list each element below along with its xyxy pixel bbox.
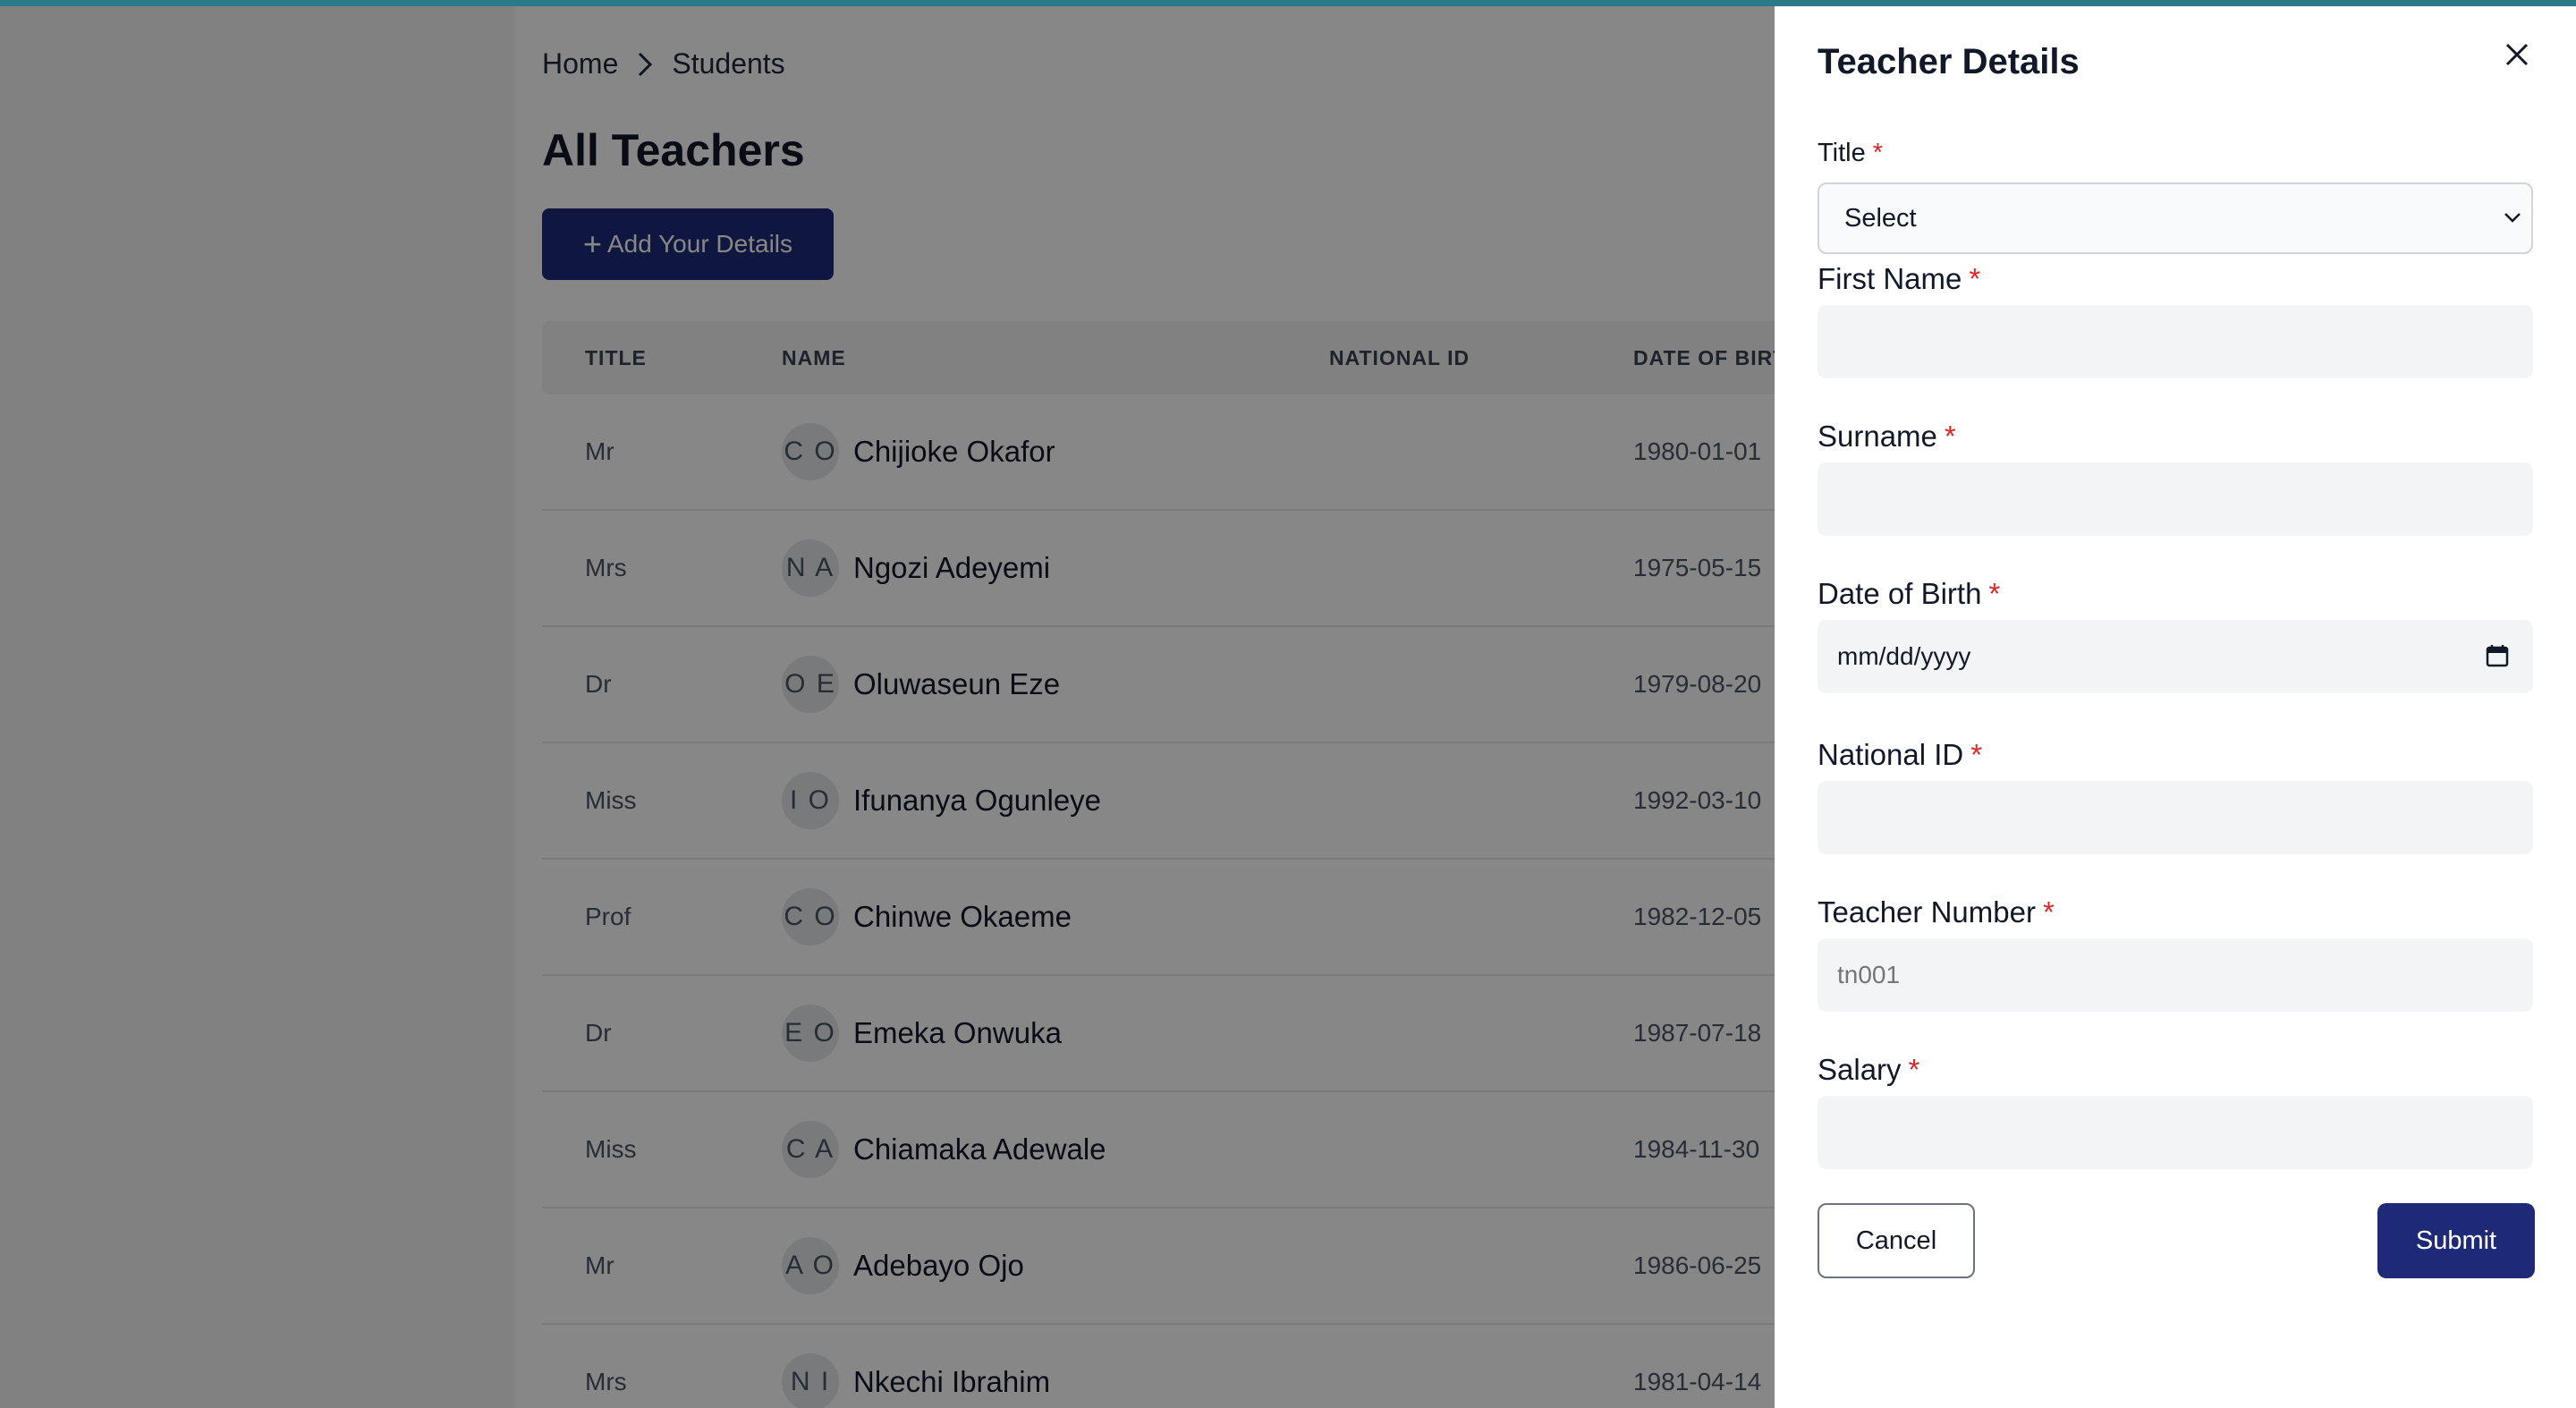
teacher-number-input[interactable] bbox=[1818, 938, 2533, 1012]
dob-input[interactable]: mm/dd/yyyy bbox=[1818, 620, 2533, 693]
salary-label: Salary * bbox=[1818, 1053, 1920, 1086]
dob-label: Date of Birth * bbox=[1818, 577, 2001, 610]
salary-input[interactable] bbox=[1818, 1096, 2533, 1169]
title-select-value: Select bbox=[1844, 203, 1917, 233]
teacher-number-label: Teacher Number * bbox=[1818, 895, 2055, 929]
national-id-label: National ID * bbox=[1818, 738, 1983, 771]
chevron-down-icon bbox=[2501, 206, 2524, 236]
submit-button[interactable]: Submit bbox=[2377, 1203, 2535, 1278]
first-name-input[interactable] bbox=[1818, 305, 2533, 378]
calendar-icon[interactable] bbox=[2485, 643, 2510, 674]
modal-backdrop[interactable] bbox=[0, 6, 1775, 1408]
title-label: Title * bbox=[1818, 139, 1884, 167]
drawer-title: Teacher Details bbox=[1818, 42, 2080, 81]
surname-input[interactable] bbox=[1818, 462, 2533, 536]
national-id-input[interactable] bbox=[1818, 781, 2533, 854]
dob-input-value: mm/dd/yyyy bbox=[1837, 642, 1971, 670]
title-select[interactable]: Select bbox=[1818, 182, 2533, 254]
teacher-details-drawer: Teacher Details Title * Select First Name… bbox=[1775, 6, 2576, 1408]
first-name-label: First Name * bbox=[1818, 262, 1981, 295]
surname-label: Surname * bbox=[1818, 420, 1956, 453]
top-accent-bar bbox=[0, 0, 2576, 6]
cancel-button[interactable]: Cancel bbox=[1818, 1203, 1975, 1278]
close-icon[interactable] bbox=[2496, 33, 2538, 76]
